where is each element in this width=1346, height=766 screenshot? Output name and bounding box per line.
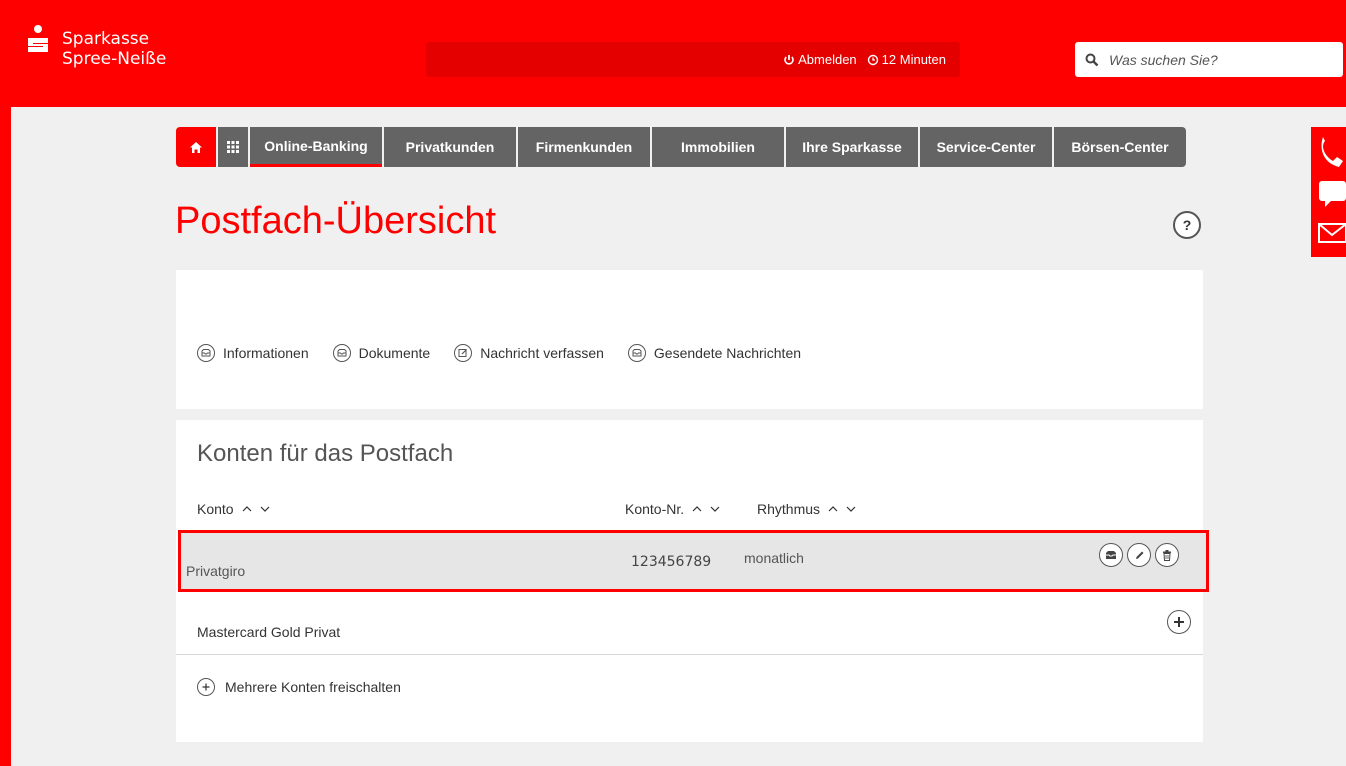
plus-circle-icon [197,678,215,696]
link-label: Informationen [223,345,309,361]
trash-icon [1163,549,1171,561]
main-nav: Online-Banking Privatkunden Firmenkunden… [176,127,1186,167]
link-informationen[interactable]: Informationen [197,344,309,362]
brand-line-2: Spree-Neiße [62,49,167,69]
accounts-title: Konten für das Postfach [197,440,454,467]
column-label: Konto [197,501,234,517]
column-label: Rhythmus [757,501,821,517]
link-gesendete-nachrichten[interactable]: Gesendete Nachrichten [627,344,802,362]
main-content: Online-Banking Privatkunden Firmenkunden… [11,107,1346,766]
column-header-konto[interactable]: Konto [197,501,270,517]
pencil-icon [1135,551,1143,559]
account-rhythm: monatlich [744,550,804,566]
logout-label: Abmelden [798,52,857,67]
compose-icon [454,344,473,362]
account-name: Mastercard Gold Privat [197,624,341,640]
sort-up-icon[interactable] [242,506,252,512]
nav-firmenkunden[interactable]: Firmenkunden [518,127,650,167]
sort-up-icon[interactable] [692,506,702,512]
help-icon[interactable]: ? [1173,211,1201,239]
logout-button[interactable]: Abmelden [783,52,857,67]
timer-label: 12 Minuten [881,52,946,67]
inbox-icon [332,344,351,362]
nav-ihre-sparkasse[interactable]: Ihre Sparkasse [786,127,918,167]
link-label: Nachricht verfassen [480,345,604,361]
account-number: 123456789 [631,554,712,570]
search-input[interactable] [1107,50,1311,69]
page-title: Postfach-Übersicht [175,200,497,242]
plus-icon [1174,617,1184,627]
sort-down-icon[interactable] [260,506,270,512]
column-header-konto-nr[interactable]: Konto-Nr. [625,501,720,517]
top-bar: Sparkasse Spree-Neiße Abmelden 12 Minute… [0,0,1346,107]
sort-down-icon[interactable] [846,506,856,512]
search-box[interactable] [1075,42,1343,77]
column-label: Konto-Nr. [625,501,685,517]
column-header-rhythmus[interactable]: Rhythmus [757,501,856,517]
sparkasse-s-icon [22,25,56,59]
clock-icon [867,54,878,65]
grid-icon [227,141,239,153]
link-label: Gesendete Nachrichten [653,345,802,361]
link-label: Dokumente [358,345,431,361]
add-account-button[interactable] [1167,610,1191,634]
accounts-card: Konten für das Postfach Konto Konto-Nr. … [176,420,1209,742]
unlock-multiple-accounts-link[interactable]: Mehrere Konten freischalten [197,678,401,696]
nav-online-banking[interactable]: Online-Banking [250,127,382,167]
account-name: Privatgiro [186,563,246,579]
nav-boersen-center[interactable]: Börsen-Center [1054,127,1186,167]
power-icon [784,54,794,65]
nav-apps-button[interactable] [218,127,248,167]
inbox-icon [1106,551,1116,559]
inbox-icon [627,344,646,362]
postfach-links: Informationen Dokumente Nachricht verfas… [197,344,825,362]
nav-privatkunden[interactable]: Privatkunden [384,127,516,167]
sparkasse-logo[interactable]: Sparkasse Spree-Neiße [22,25,167,69]
inbox-icon [197,344,215,362]
delete-button[interactable] [1155,543,1179,567]
table-row[interactable]: Mastercard Gold Privat [176,592,1203,655]
more-accounts-label: Mehrere Konten freischalten [225,679,401,695]
inbox-button[interactable] [1099,543,1123,567]
phone-icon[interactable] [1311,131,1346,171]
postfach-links-card: Informationen Dokumente Nachricht verfas… [176,270,1203,409]
sort-up-icon[interactable] [828,506,838,512]
link-dokumente[interactable]: Dokumente [332,344,431,362]
link-nachricht-verfassen[interactable]: Nachricht verfassen [454,344,604,362]
table-row[interactable]: Privatgiro 123456789 monatlich [178,530,1209,592]
contact-sidebar [1311,127,1346,257]
home-icon [190,141,202,153]
sort-down-icon[interactable] [710,506,720,512]
session-timer: 12 Minuten [867,52,946,67]
search-icon [1085,53,1099,66]
nav-immobilien[interactable]: Immobilien [652,127,784,167]
edit-button[interactable] [1127,543,1151,567]
nav-home-button[interactable] [176,127,216,167]
mail-icon[interactable] [1311,219,1346,247]
chat-icon[interactable] [1311,177,1346,209]
nav-service-center[interactable]: Service-Center [920,127,1052,167]
session-bar: Abmelden 12 Minuten [426,42,960,77]
row-actions [1099,543,1179,567]
brand-line-1: Sparkasse [62,29,150,49]
